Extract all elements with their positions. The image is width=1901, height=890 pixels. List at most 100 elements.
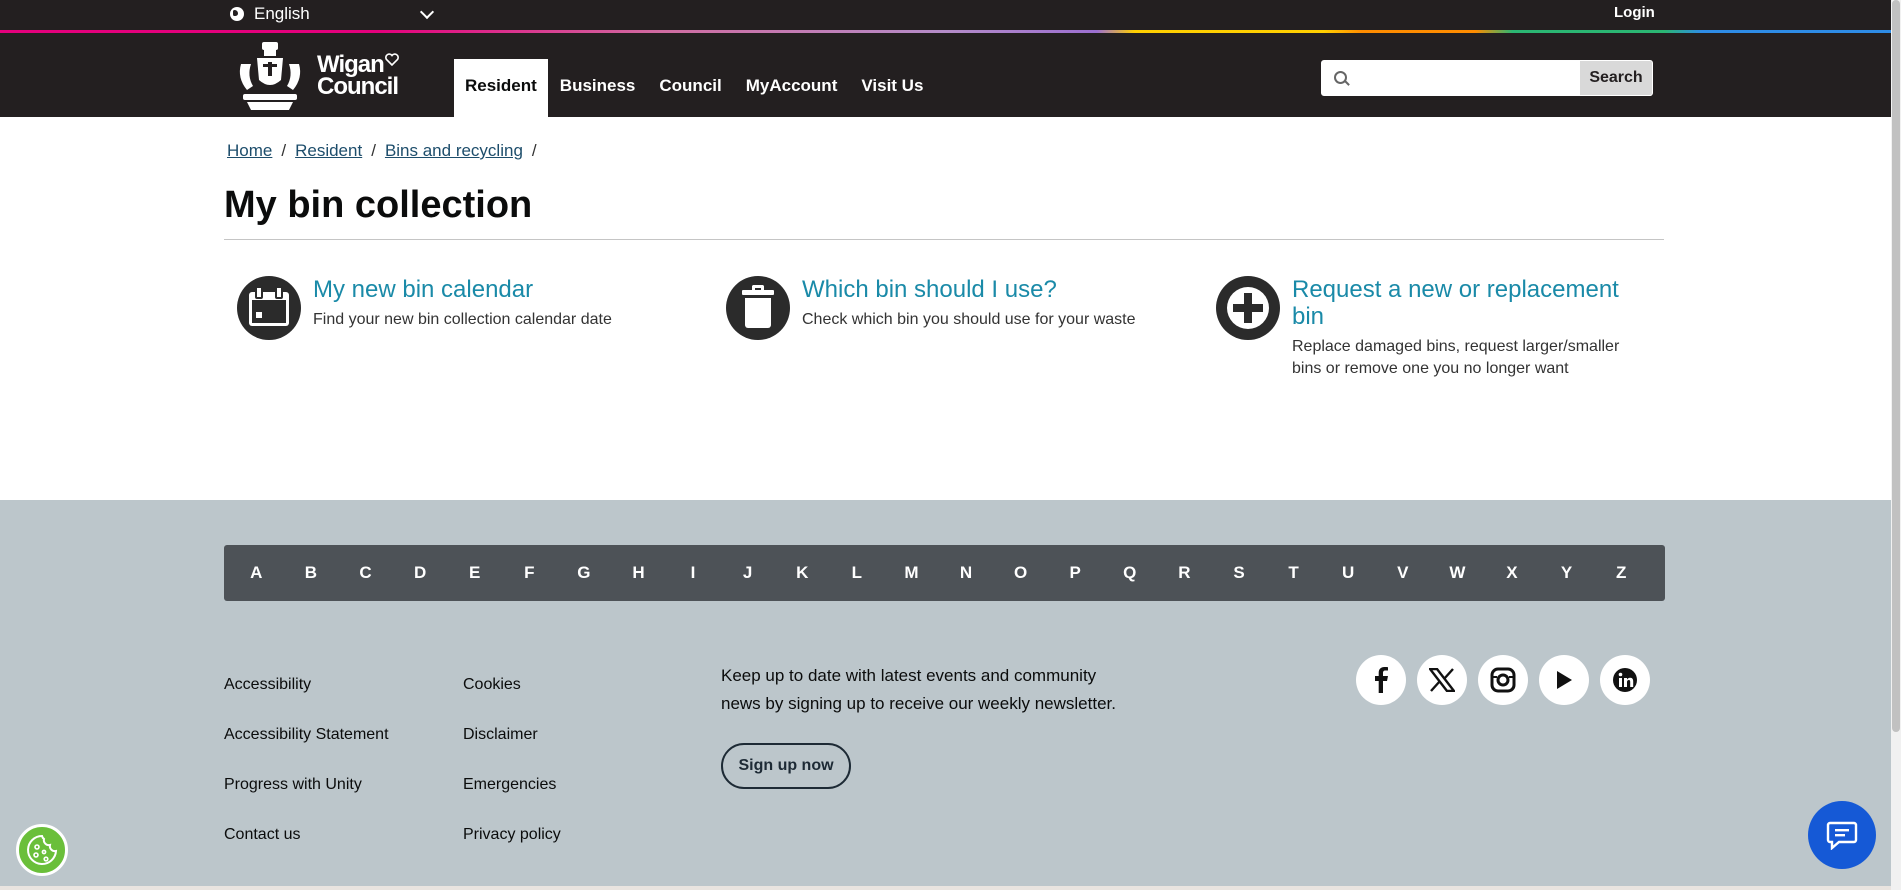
az-letter-h[interactable]: H: [611, 563, 666, 583]
card-title-line1: Request a new or replacement: [1292, 276, 1619, 303]
az-letter-x[interactable]: X: [1485, 563, 1540, 583]
az-letter-z[interactable]: Z: [1594, 563, 1649, 583]
card-request-bin[interactable]: Request a new or replacement bin Replace…: [1216, 276, 1619, 380]
az-letter-f[interactable]: F: [502, 563, 557, 583]
az-letter-v[interactable]: V: [1375, 563, 1430, 583]
az-letter-d[interactable]: D: [393, 563, 448, 583]
az-letter-k[interactable]: K: [775, 563, 830, 583]
card-description: Find your new bin collection calendar da…: [313, 311, 612, 328]
plus-circle-icon: [1216, 276, 1280, 340]
search-box: Search: [1321, 60, 1653, 96]
az-letter-l[interactable]: L: [830, 563, 885, 583]
search-icon: [1322, 61, 1356, 95]
az-letter-j[interactable]: J: [720, 563, 775, 583]
card-desc-line1: Replace damaged bins, request larger/sma…: [1292, 338, 1620, 355]
az-letter-c[interactable]: C: [338, 563, 393, 583]
cookie-settings-button[interactable]: [16, 824, 68, 876]
signup-button[interactable]: Sign up now: [721, 743, 851, 789]
login-link[interactable]: Login: [1614, 4, 1655, 21]
page-title: My bin collection: [224, 184, 533, 226]
instagram-icon[interactable]: [1478, 655, 1528, 705]
breadcrumb-home[interactable]: Home: [227, 141, 272, 161]
breadcrumb-resident[interactable]: Resident: [295, 141, 362, 161]
linkedin-icon[interactable]: [1600, 655, 1650, 705]
footer-link-cookies[interactable]: Cookies: [463, 676, 561, 726]
az-letter-w[interactable]: W: [1430, 563, 1485, 583]
az-letter-e[interactable]: E: [447, 563, 502, 583]
calendar-icon: [237, 276, 301, 340]
title-divider: [224, 239, 1664, 240]
scrollbar-thumb[interactable]: [1892, 0, 1900, 732]
card-title[interactable]: Request a new or replacement bin: [1292, 276, 1619, 330]
newsletter-line1: Keep up to date with latest events and c…: [721, 666, 1097, 685]
chat-icon: [1826, 821, 1858, 850]
card-description: Replace damaged bins, request larger/sma…: [1292, 336, 1619, 380]
newsletter-text: Keep up to date with latest events and c…: [721, 662, 1171, 718]
globe-icon: [230, 7, 244, 21]
card-which-bin[interactable]: Which bin should I use? Check which bin …: [726, 276, 1136, 340]
card-title-line2: bin: [1292, 303, 1325, 330]
footer-link-privacy-policy[interactable]: Privacy policy: [463, 826, 561, 876]
logo-line2: Council: [317, 73, 399, 100]
az-letter-q[interactable]: Q: [1103, 563, 1158, 583]
card-desc-line2: bins or remove one you no longer want: [1292, 360, 1569, 377]
breadcrumb-separator: /: [371, 141, 376, 160]
nav-council[interactable]: Council: [647, 57, 733, 117]
bin-icon: [726, 276, 790, 340]
main-nav: Resident Business Council MyAccount Visi…: [454, 59, 935, 117]
card-description: Check which bin you should use for your …: [802, 311, 1136, 328]
az-letter-u[interactable]: U: [1321, 563, 1376, 583]
nav-visit-us[interactable]: Visit Us: [849, 57, 935, 117]
social-links: [1356, 655, 1661, 705]
youtube-icon[interactable]: [1539, 655, 1589, 705]
breadcrumb-bins[interactable]: Bins and recycling: [385, 141, 523, 161]
cookie-icon: [27, 834, 58, 865]
chevron-down-icon: [419, 4, 434, 19]
search-button[interactable]: Search: [1580, 61, 1652, 95]
newsletter-line2: news by signing up to receive our weekly…: [721, 694, 1116, 713]
card-bin-calendar[interactable]: My new bin calendar Find your new bin co…: [237, 276, 612, 340]
search-input[interactable]: [1356, 61, 1580, 95]
footer-link-contact-us[interactable]: Contact us: [224, 826, 389, 876]
council-logo[interactable]: Wigan Council: [235, 38, 405, 114]
language-selector[interactable]: English: [230, 3, 434, 25]
breadcrumb: Home / Resident / Bins and recycling /: [227, 141, 546, 161]
language-label: English: [254, 4, 310, 23]
footer-links-col1: Accessibility Accessibility Statement Pr…: [224, 676, 389, 876]
az-letter-o[interactable]: O: [993, 563, 1048, 583]
footer-links-col2: Cookies Disclaimer Emergencies Privacy p…: [463, 676, 561, 876]
breadcrumb-separator: /: [281, 141, 287, 160]
chat-button[interactable]: [1808, 801, 1876, 869]
nav-business[interactable]: Business: [548, 57, 648, 117]
breadcrumb-separator: /: [531, 141, 537, 160]
site-header: Wigan Council Resident Business Council …: [0, 33, 1891, 117]
az-letter-a[interactable]: A: [229, 563, 284, 583]
az-letter-r[interactable]: R: [1157, 563, 1212, 583]
az-letter-n[interactable]: N: [939, 563, 994, 583]
az-letter-y[interactable]: Y: [1539, 563, 1594, 583]
footer-link-emergencies[interactable]: Emergencies: [463, 776, 561, 826]
az-letter-s[interactable]: S: [1212, 563, 1267, 583]
card-title[interactable]: Which bin should I use?: [802, 276, 1136, 303]
facebook-icon[interactable]: [1356, 655, 1406, 705]
az-letter-g[interactable]: G: [557, 563, 612, 583]
az-letter-i[interactable]: I: [666, 563, 721, 583]
nav-resident[interactable]: Resident: [454, 59, 548, 117]
az-letter-m[interactable]: M: [884, 563, 939, 583]
heart-icon: [385, 53, 399, 66]
footer-link-disclaimer[interactable]: Disclaimer: [463, 726, 561, 776]
az-letter-b[interactable]: B: [284, 563, 339, 583]
footer-link-progress-with-unity[interactable]: Progress with Unity: [224, 776, 389, 826]
nav-myaccount[interactable]: MyAccount: [734, 57, 850, 117]
top-bar: English Login: [0, 0, 1891, 32]
x-icon[interactable]: [1417, 655, 1467, 705]
bottom-strip: [0, 886, 1891, 890]
az-letter-p[interactable]: P: [1048, 563, 1103, 583]
footer-link-accessibility-statement[interactable]: Accessibility Statement: [224, 726, 389, 776]
az-letter-t[interactable]: T: [1266, 563, 1321, 583]
footer-link-accessibility[interactable]: Accessibility: [224, 676, 389, 726]
crest-icon: [239, 42, 301, 110]
card-title[interactable]: My new bin calendar: [313, 276, 612, 303]
a-to-z-bar: ABCDEFGHIJKLMNOPQRSTUVWXYZ: [224, 545, 1665, 601]
scrollbar[interactable]: [1891, 0, 1901, 890]
